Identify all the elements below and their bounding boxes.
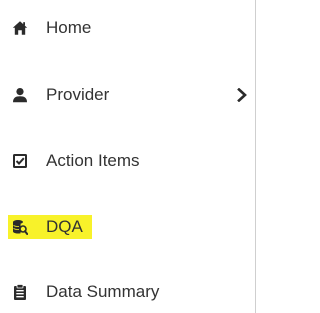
sidebar-item-label: Data Summary xyxy=(46,282,160,301)
sidebar-item-label: Action Items xyxy=(46,151,140,170)
sidebar-item-data-summary[interactable]: Data Summary xyxy=(0,272,255,312)
sidebar-item-home[interactable]: Home xyxy=(0,8,255,48)
sidebar-item-dqa[interactable]: DQA xyxy=(0,207,255,247)
user-icon xyxy=(12,87,28,103)
checkbox-icon xyxy=(12,153,28,169)
sidebar-item-label: Provider xyxy=(46,85,110,104)
database-search-icon xyxy=(12,219,28,235)
sidebar-item-provider[interactable]: Provider xyxy=(0,75,255,115)
chevron-right-icon[interactable] xyxy=(237,88,247,102)
sidebar-item-label: DQA xyxy=(46,217,83,236)
sidebar-nav: Home Provider Action Items DQA Data Summ… xyxy=(0,0,256,313)
sidebar-item-action-items[interactable]: Action Items xyxy=(0,141,255,181)
clipboard-icon xyxy=(12,284,28,300)
sidebar-item-label: Home xyxy=(46,18,92,37)
home-icon xyxy=(12,20,28,36)
